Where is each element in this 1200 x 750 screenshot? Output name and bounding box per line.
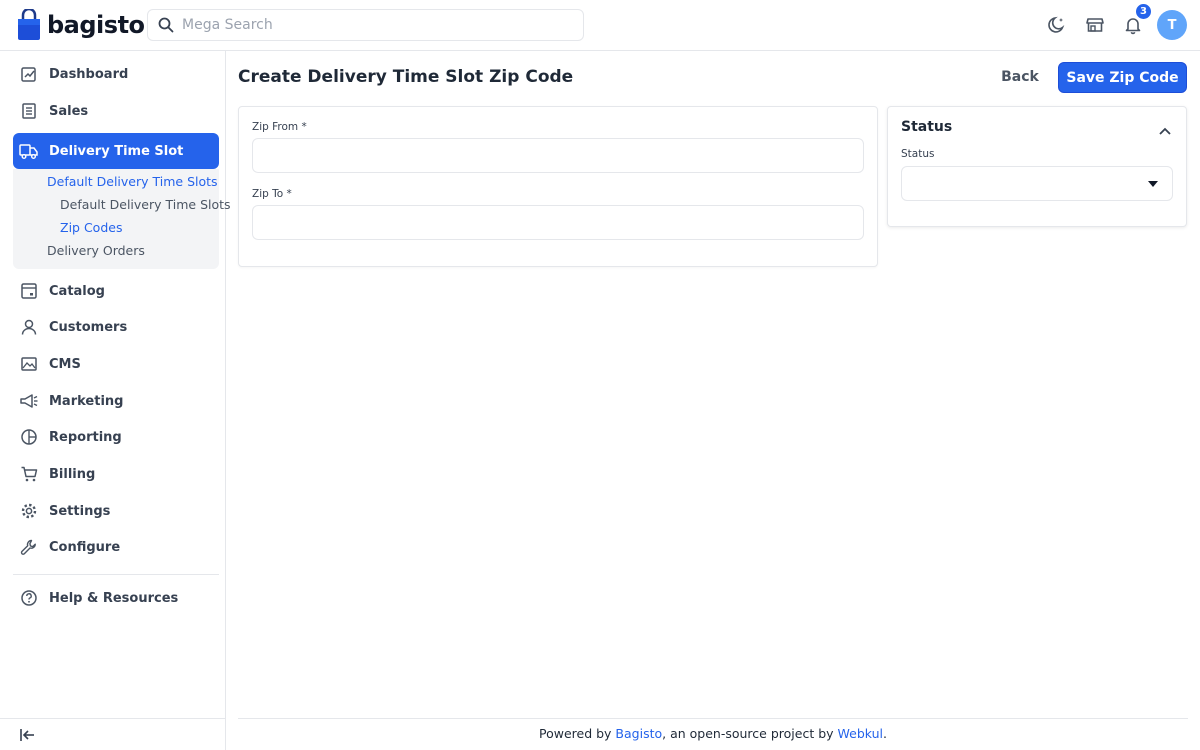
status-select[interactable] [901, 166, 1173, 201]
notification-badge: 3 [1135, 3, 1152, 20]
sidebar-item-label: Sales [49, 103, 89, 119]
sidebar-item-delivery-time-slot[interactable]: Delivery Time Slot [13, 133, 219, 169]
sidebar-item-dashboard[interactable]: Dashboard [13, 56, 219, 92]
footer-suffix: . [883, 726, 887, 741]
image-icon [19, 354, 39, 374]
sidebar-item-sales[interactable]: Sales [13, 93, 219, 129]
brand-name: bagisto [47, 11, 145, 39]
top-header: bagisto 3 T [0, 0, 1200, 51]
sidebar-item-label: Reporting [49, 429, 122, 445]
moon-icon [1048, 16, 1065, 33]
submenu-zip-codes[interactable]: Zip Codes [60, 220, 122, 235]
collapse-icon [20, 729, 34, 741]
bagisto-logo[interactable]: bagisto [17, 9, 145, 41]
sidebar-item-label: Customers [49, 319, 128, 335]
dashboard-icon [19, 64, 39, 84]
zip-to-input[interactable] [252, 205, 864, 240]
sidebar-bottom-divider [0, 718, 226, 719]
zip-code-form-card: Zip From * Zip To * [238, 106, 878, 267]
sidebar-item-label: Catalog [49, 283, 105, 299]
footer: Powered by Bagisto, an open-source proje… [238, 726, 1188, 741]
sidebar-item-label: Delivery Time Slot [49, 143, 184, 159]
sidebar-item-label: Billing [49, 466, 96, 482]
status-card: Status Status [887, 106, 1187, 227]
sidebar-item-customers[interactable]: Customers [13, 309, 219, 345]
storefront-link[interactable] [1084, 14, 1106, 36]
back-button[interactable]: Back [994, 62, 1046, 92]
zip-from-input[interactable] [252, 138, 864, 173]
user-icon [19, 317, 39, 337]
help-icon [19, 588, 39, 608]
collapse-sidebar-button[interactable] [19, 727, 37, 747]
shopping-bag-icon [18, 9, 40, 40]
save-zip-code-button[interactable]: Save Zip Code [1058, 62, 1187, 93]
bagisto-link[interactable]: Bagisto [615, 726, 662, 741]
chevron-up-icon[interactable] [1158, 121, 1172, 140]
status-label: Status [901, 148, 935, 160]
sidebar-item-catalog[interactable]: Catalog [13, 273, 219, 309]
sidebar-item-help-resources[interactable]: Help & Resources [13, 580, 219, 616]
delivery-truck-icon [19, 141, 39, 161]
footer-divider [238, 718, 1188, 719]
sidebar-item-label: Marketing [49, 393, 124, 409]
cart-icon [19, 464, 39, 484]
search-input[interactable] [182, 17, 562, 33]
pie-chart-icon [19, 427, 39, 447]
receipt-icon [19, 101, 39, 121]
sidebar-item-label: Configure [49, 539, 121, 555]
webkul-link[interactable]: Webkul [838, 726, 884, 741]
zip-to-label: Zip To * [252, 188, 292, 200]
wrench-icon [19, 537, 39, 557]
status-card-title: Status [901, 119, 953, 135]
search-icon [158, 17, 174, 33]
user-avatar[interactable]: T [1157, 10, 1187, 40]
sidebar-item-label: Help & Resources [49, 590, 179, 606]
sidebar-item-marketing[interactable]: Marketing [13, 383, 219, 419]
footer-middle: , an open-source project by [662, 726, 838, 741]
megaphone-icon [19, 391, 39, 411]
mega-search[interactable] [147, 9, 584, 41]
sidebar-item-billing[interactable]: Billing [13, 456, 219, 492]
sidebar-item-settings[interactable]: Settings [13, 493, 219, 529]
submenu-default-delivery-time-slots[interactable]: Default Delivery Time Slots [47, 174, 218, 189]
footer-prefix: Powered by [538, 726, 616, 741]
submenu-default-delivery-time-slots-child[interactable]: Default Delivery Time Slots [60, 197, 231, 212]
sidebar: Dashboard Sales Delivery Time Slot Defau… [0, 51, 231, 750]
sidebar-item-configure[interactable]: Configure [13, 529, 219, 565]
submenu-delivery-orders[interactable]: Delivery Orders [47, 243, 145, 258]
sidebar-item-reporting[interactable]: Reporting [13, 419, 219, 455]
sidebar-item-label: Settings [49, 503, 111, 519]
zip-from-label: Zip From * [252, 121, 307, 133]
delivery-submenu: Default Delivery Time Slots Default Deli… [13, 169, 231, 269]
sidebar-item-label: Dashboard [49, 66, 129, 82]
catalog-icon [19, 281, 39, 301]
sidebar-item-label: CMS [49, 356, 81, 372]
sidebar-item-cms[interactable]: CMS [13, 346, 219, 382]
sidebar-divider [13, 574, 219, 575]
dark-mode-toggle[interactable] [1046, 14, 1068, 36]
gear-icon [19, 501, 39, 521]
store-icon [1086, 18, 1104, 32]
page-title: Create Delivery Time Slot Zip Code [238, 67, 574, 87]
caret-down-icon [1148, 181, 1158, 187]
